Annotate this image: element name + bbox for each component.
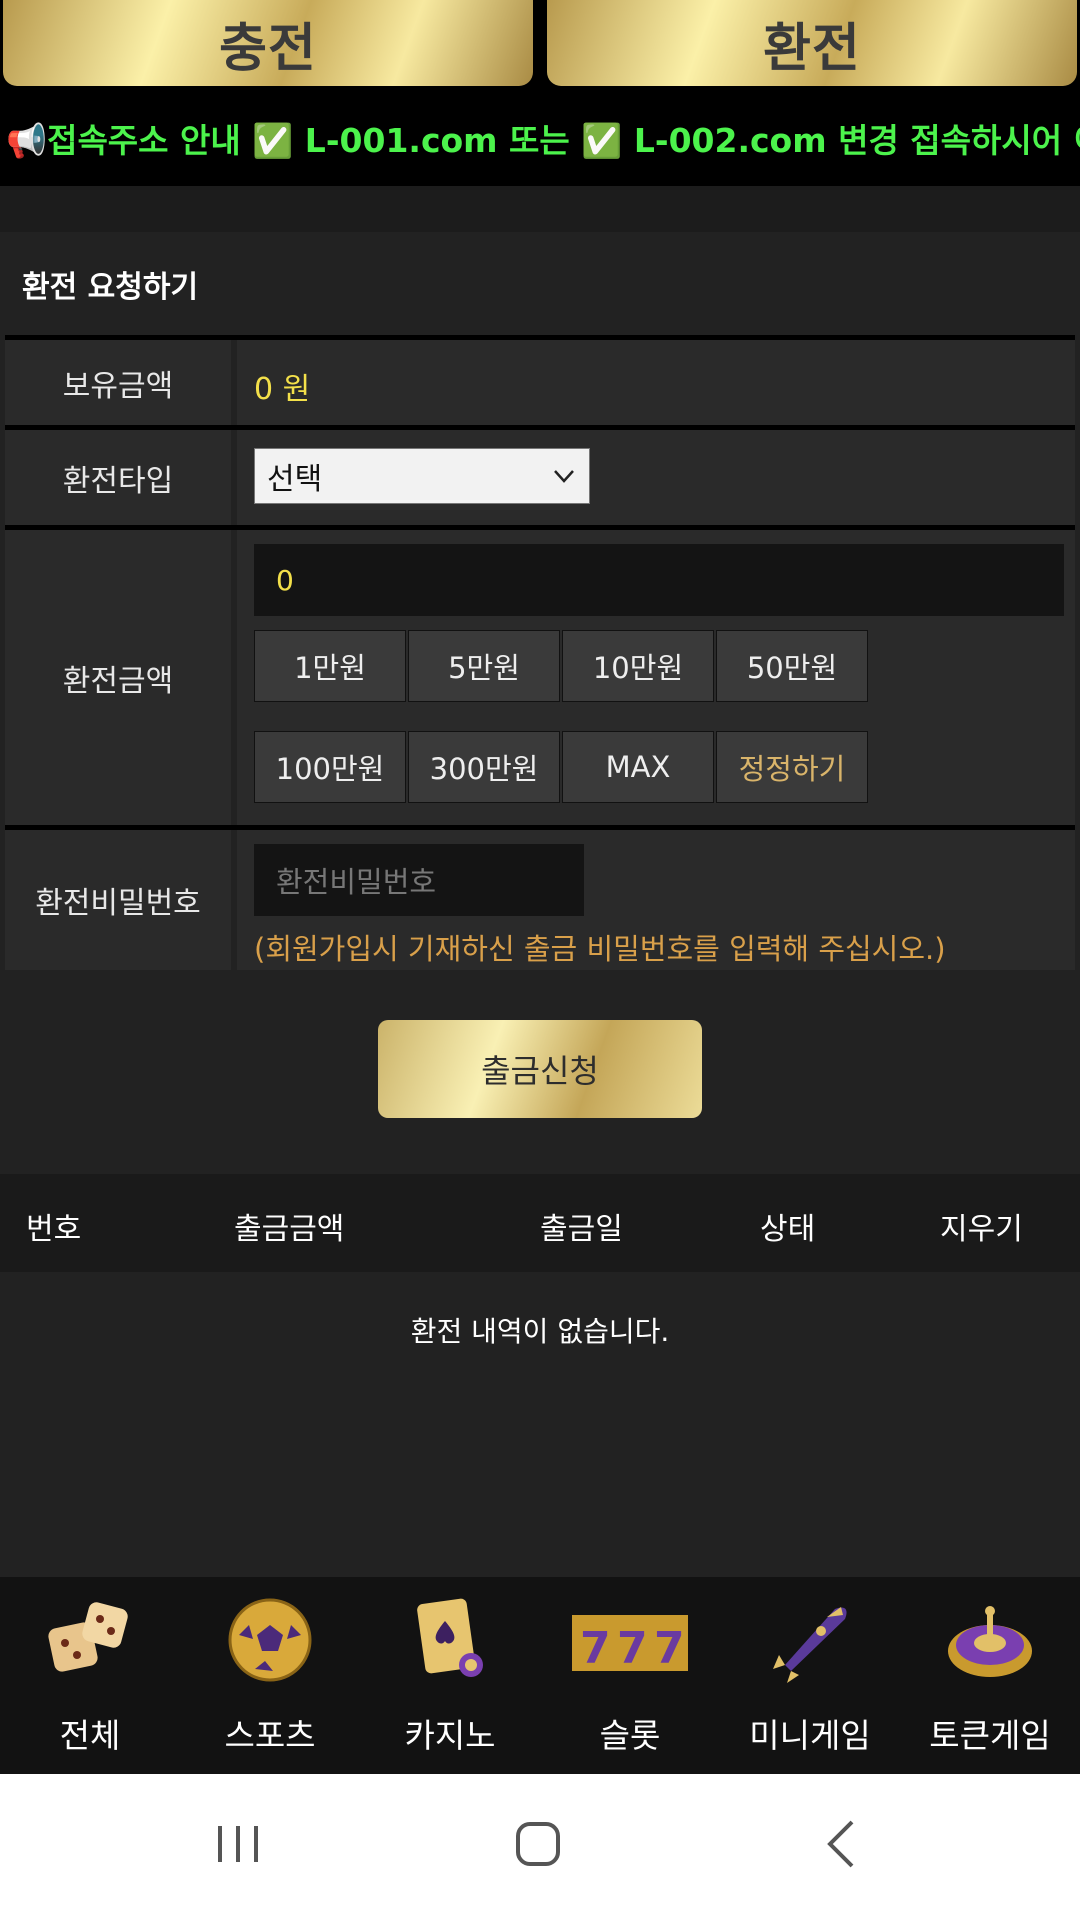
amount-10man-button[interactable]: 10만원 xyxy=(562,630,714,702)
nav-minigame-label: 미니게임 xyxy=(749,1716,871,1755)
charge-tab[interactable]: 충전 xyxy=(3,0,533,86)
amount-reset-button[interactable]: 정정하기 xyxy=(716,731,868,803)
nav-all[interactable]: 전체 xyxy=(0,1577,180,1774)
notice-text: 📢접속주소 안내 ✅ L-001.com 또는 ✅ L-002.com 변경 접… xyxy=(6,121,1080,160)
type-label: 환전타입 xyxy=(5,430,231,525)
charge-tab-label: 충전 xyxy=(219,18,317,79)
nav-tokengame-label: 토큰게임 xyxy=(929,1716,1051,1755)
spacer xyxy=(0,186,1080,232)
rocket-icon xyxy=(773,1607,847,1683)
balance-row: 보유금액 0 원 xyxy=(5,335,1075,425)
recent-apps-icon[interactable] xyxy=(208,1814,268,1874)
home-icon[interactable] xyxy=(508,1814,568,1874)
slot-777-icon: 7 7 7 xyxy=(572,1615,688,1674)
bottom-nav: 전체 스포츠 카지노 7 7 7 슬롯 미니게임 토큰게임 xyxy=(0,1577,1080,1774)
chevron-down-icon xyxy=(554,470,574,483)
nav-minigame[interactable]: 미니게임 xyxy=(720,1577,900,1774)
back-icon[interactable] xyxy=(812,1814,872,1874)
amount-max-button[interactable]: MAX xyxy=(562,731,714,803)
amount-cell: 0 1만원 5만원 10만원 50만원 100만원 300만원 MAX 정정하기 xyxy=(237,530,1075,825)
amount-300man-button[interactable]: 300만원 xyxy=(408,731,560,803)
exchange-form: 환전 요청하기 보유금액 0 원 환전타입 선택 환전금액 0 1만원 5만원 … xyxy=(0,232,1080,1577)
system-nav-bar xyxy=(0,1774,1080,1909)
soccer-ball-icon xyxy=(228,1598,312,1682)
svg-text:7: 7 xyxy=(580,1623,611,1674)
exchange-tab[interactable]: 환전 xyxy=(547,0,1077,86)
col-amount: 출금금액 xyxy=(234,1212,345,1247)
nav-sports[interactable]: 스포츠 xyxy=(180,1577,360,1774)
svg-text:7: 7 xyxy=(617,1623,648,1674)
col-date: 출금일 xyxy=(540,1212,623,1247)
nav-all-label: 전체 xyxy=(59,1716,121,1755)
amount-5man-button[interactable]: 5만원 xyxy=(408,630,560,702)
password-label: 환전비밀번호 xyxy=(5,830,231,970)
col-status: 상태 xyxy=(760,1212,816,1247)
top-tabs: 충전 환전 xyxy=(0,0,1080,96)
roulette-icon xyxy=(948,1606,1032,1677)
amount-label: 환전금액 xyxy=(5,530,231,825)
nav-tokengame[interactable]: 토큰게임 xyxy=(900,1577,1080,1774)
notice-marquee: 📢접속주소 안내 ✅ L-001.com 또는 ✅ L-002.com 변경 접… xyxy=(0,96,1080,186)
type-row: 환전타입 선택 xyxy=(5,425,1075,525)
exchange-type-selected: 선택 xyxy=(267,462,323,497)
amount-100man-button[interactable]: 100만원 xyxy=(254,731,406,803)
balance-cell: 0 원 xyxy=(237,340,1075,425)
col-delete: 지우기 xyxy=(940,1212,1023,1247)
password-input[interactable]: 환전비밀번호 xyxy=(254,844,584,916)
balance-value: 0 원 xyxy=(254,372,311,407)
dice-icon xyxy=(48,1602,128,1672)
balance-label: 보유금액 xyxy=(5,340,231,425)
password-cell: 환전비밀번호 (회원가입시 기재하신 출금 비밀번호를 입력해 주십시오.) xyxy=(237,830,1075,970)
playing-card-icon xyxy=(417,1598,483,1677)
nav-casino[interactable]: 카지노 xyxy=(360,1577,540,1774)
col-number: 번호 xyxy=(26,1212,82,1247)
svg-text:7: 7 xyxy=(654,1623,685,1674)
password-row: 환전비밀번호 환전비밀번호 (회원가입시 기재하신 출금 비밀번호를 입력해 주… xyxy=(5,825,1075,970)
amount-1man-button[interactable]: 1만원 xyxy=(254,630,406,702)
exchange-type-select[interactable]: 선택 xyxy=(254,448,590,504)
nav-slot[interactable]: 7 7 7 슬롯 xyxy=(540,1577,720,1774)
nav-casino-label: 카지노 xyxy=(404,1716,496,1755)
exchange-tab-label: 환전 xyxy=(763,18,861,79)
section-title: 환전 요청하기 xyxy=(22,270,199,305)
type-cell: 선택 xyxy=(237,430,1075,525)
history-table-header: 번호 출금금액 출금일 상태 지우기 xyxy=(0,1174,1080,1272)
amount-input[interactable]: 0 xyxy=(254,544,1064,616)
amount-row: 환전금액 0 1만원 5만원 10만원 50만원 100만원 300만원 MAX… xyxy=(5,525,1075,825)
withdraw-submit-button[interactable]: 출금신청 xyxy=(378,1020,702,1118)
password-hint: (회원가입시 기재하신 출금 비밀번호를 입력해 주십시오.) xyxy=(254,932,946,966)
amount-50man-button[interactable]: 50만원 xyxy=(716,630,868,702)
history-empty-message: 환전 내역이 없습니다. xyxy=(410,1315,670,1348)
nav-sports-label: 스포츠 xyxy=(224,1716,316,1755)
nav-slot-label: 슬롯 xyxy=(599,1716,661,1755)
